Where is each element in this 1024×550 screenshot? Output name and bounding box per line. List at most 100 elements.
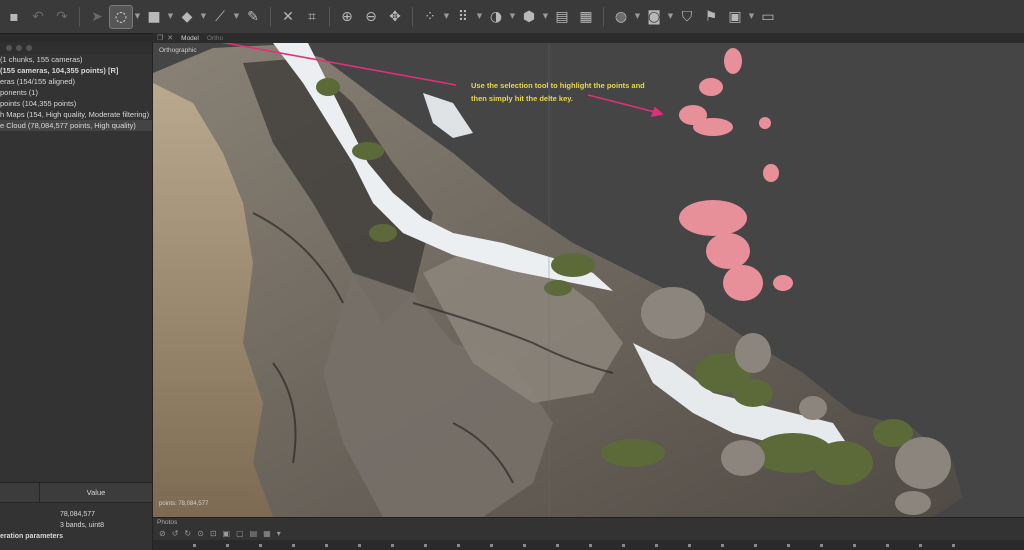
crop-icon[interactable]: ⌗ [301,6,323,28]
photo-thumbnail[interactable] [589,543,592,547]
photo-thumbnail[interactable] [754,543,757,547]
large-thumbnail-icon[interactable]: ▤ [250,530,258,538]
photo-thumbnail[interactable] [523,543,526,547]
photo-thumbnail[interactable] [193,543,196,547]
tree-item-workspace[interactable]: (1 chunks, 155 cameras) [0,54,152,65]
photos-pane: Photos ⊘ ↺ ↻ ⊙ ⊡ ▣ ▢ ▤ ▦ ▾ [153,517,1024,550]
remove-icon[interactable]: ⊘ [159,530,166,538]
photo-thumbnail[interactable] [358,543,361,547]
small-thumbnail-icon[interactable]: ▣ [223,530,231,538]
photo-thumbnail[interactable] [853,543,856,547]
photo-thumbnail[interactable] [490,543,493,547]
chevron-down-icon[interactable]: ▼ [509,6,516,28]
navigation-arrow-icon[interactable]: ➤ [86,6,108,28]
agisoft-window: ▪ ↶ ↷ ➤ ◌ ▼ ■ ▼ ◆ ▼ ⟋ ▼ ✎ ✕ ⌗ ⊕ ⊖ ✥ ⁘ ▼ … [0,0,1024,550]
photo-thumbnail[interactable] [226,543,229,547]
panel-button-icon[interactable] [16,45,22,51]
photo-thumbnail[interactable] [688,543,691,547]
photo-thumbnail[interactable] [622,543,625,547]
chevron-down-icon[interactable]: ▼ [476,6,483,28]
reset-icon[interactable]: ⊙ [197,530,204,538]
image-icon[interactable]: ▣ [724,6,746,28]
mesh-icon[interactable]: ◑ [485,6,507,28]
chevron-down-icon[interactable]: ▼ [134,6,141,28]
photo-thumbnail[interactable] [787,543,790,547]
chevron-down-icon[interactable]: ▼ [167,6,174,28]
photo-thumbnail[interactable] [820,543,823,547]
properties-header: Value [0,483,152,503]
tree-item-components[interactable]: ponents (1) [0,87,152,98]
photos-strip[interactable] [153,540,1024,550]
toolbar-separator [270,6,271,27]
flag-icon[interactable]: ⚑ [700,6,722,28]
photo-thumbnail[interactable] [919,543,922,547]
workspace-panel: (1 chunks, 155 cameras) (155 cameras, 10… [0,42,153,482]
medium-thumbnail-icon[interactable]: ▢ [236,530,244,538]
zoom-out-icon[interactable]: ⊖ [360,6,382,28]
tab-model[interactable]: Model [181,35,199,42]
view-mode-icon[interactable]: ▦ [263,530,271,538]
rotate-right-icon[interactable]: ↻ [184,530,191,538]
restore-window-icon[interactable]: ❐ [157,34,163,42]
tree-item-cameras[interactable]: eras (154/155 aligned) [0,76,152,87]
photo-thumbnail[interactable] [391,543,394,547]
tree-item-depth-maps[interactable]: h Maps (154, High quality, Moderate filt… [0,109,152,120]
rotate-left-icon[interactable]: ↺ [172,530,179,538]
texture-icon[interactable]: ▤ [551,6,573,28]
photo-thumbnail[interactable] [952,543,955,547]
photo-thumbnail[interactable] [259,543,262,547]
photo-thumbnail[interactable] [292,543,295,547]
save-icon[interactable]: ▪ [3,6,25,28]
panel-button-icon[interactable] [26,45,32,51]
tab-ortho[interactable]: Ortho [207,35,223,42]
chevron-down-icon[interactable]: ▼ [443,6,450,28]
rectangle-selection-icon[interactable]: ■ [143,6,165,28]
toolbar-separator [603,6,604,27]
rotate-selection-icon[interactable]: ◌ [109,4,133,29]
globe-icon[interactable]: ◍ [610,6,632,28]
photo-thumbnail[interactable] [424,543,427,547]
chevron-down-icon[interactable]: ▼ [233,6,240,28]
dense-cloud-render [153,43,963,517]
solid-icon[interactable]: ⬢ [518,6,540,28]
grid-icon[interactable]: ▭ [757,6,779,28]
selected-points[interactable] [679,48,793,301]
model-viewport[interactable]: Orthographic Use the selection tool to h… [153,43,1024,517]
chevron-down-icon[interactable]: ▾ [277,530,281,538]
filter-icon[interactable]: ⊡ [210,530,217,538]
viewport-tab-bar: ❐ ✕ Model Ortho [153,33,1024,43]
points-readout: points: 78,084,577 [159,501,209,507]
photo-thumbnail[interactable] [556,543,559,547]
shield-icon[interactable]: ⛉ [676,6,698,28]
chevron-down-icon[interactable]: ▼ [667,6,674,28]
chevron-down-icon[interactable]: ▼ [748,6,755,28]
dense-cloud-icon[interactable]: ⠿ [452,6,474,28]
photos-title: Photos [157,519,178,526]
camera-icon[interactable]: ◙ [643,6,665,28]
ruler-icon[interactable]: ⟋ [209,6,231,28]
photo-thumbnail[interactable] [457,543,460,547]
shape-icon[interactable]: ◆ [176,6,198,28]
point-cloud-icon[interactable]: ⁘ [419,6,441,28]
tree-item-chunk[interactable]: (155 cameras, 104,355 points) [R] [0,65,152,76]
chevron-down-icon[interactable]: ▼ [634,6,641,28]
chevron-down-icon[interactable]: ▼ [542,6,549,28]
move-icon[interactable]: ✥ [384,6,406,28]
snow-patch [423,93,473,138]
eraser-icon[interactable]: ✎ [242,6,264,28]
photo-thumbnail[interactable] [886,543,889,547]
annotation-text: Use the selection tool to highlight the … [471,79,681,105]
tree-item-dense-cloud[interactable]: e Cloud (78,084,577 points, High quality… [0,120,152,131]
undo-icon[interactable]: ↶ [27,6,49,28]
photo-thumbnail[interactable] [721,543,724,547]
tree-item-tie-points[interactable]: points (104,355 points) [0,98,152,109]
redo-icon[interactable]: ↷ [51,6,73,28]
photo-thumbnail[interactable] [325,543,328,547]
tiled-model-icon[interactable]: ▦ [575,6,597,28]
delete-icon[interactable]: ✕ [277,6,299,28]
photo-thumbnail[interactable] [655,543,658,547]
chevron-down-icon[interactable]: ▼ [200,6,207,28]
zoom-in-icon[interactable]: ⊕ [336,6,358,28]
panel-button-icon[interactable] [6,45,12,51]
close-icon[interactable]: ✕ [167,34,173,42]
